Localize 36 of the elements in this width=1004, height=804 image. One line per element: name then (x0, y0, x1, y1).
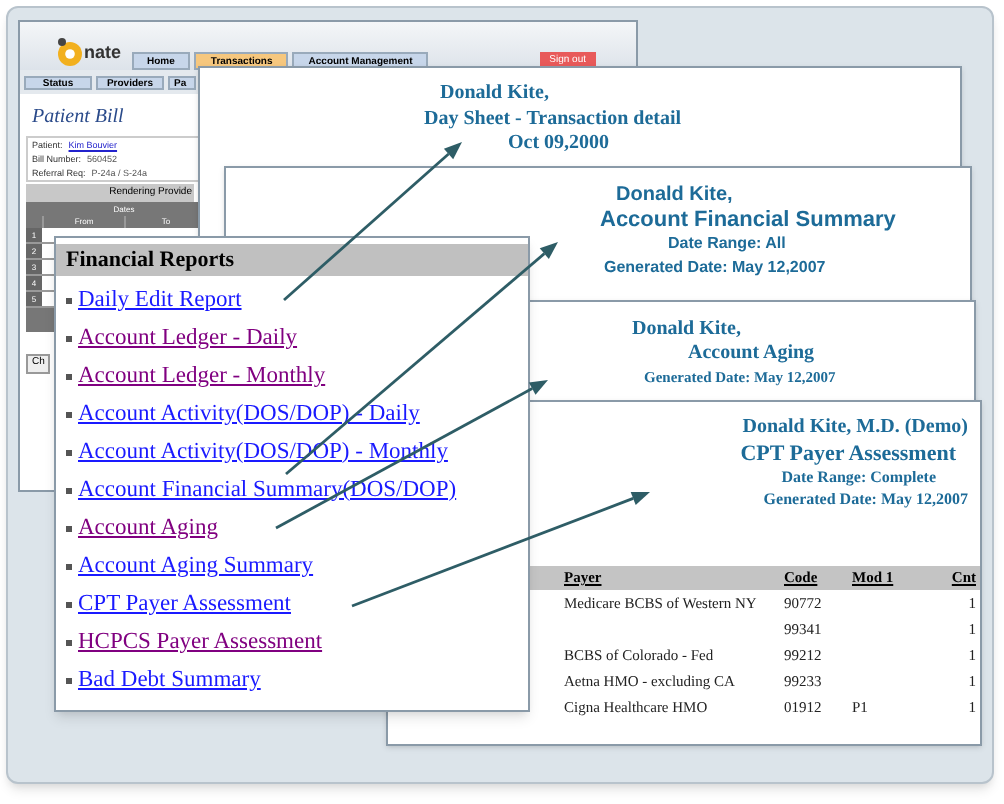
bullet-icon (66, 564, 72, 570)
bullet-icon (66, 336, 72, 342)
report-link[interactable]: HCPCS Payer Assessment (78, 625, 323, 661)
report-heading-line: Generated Date: May 12,2007 (763, 488, 968, 510)
report-heading-line: CPT Payer Assessment (740, 441, 956, 466)
report-heading-line: Oct 09,2000 (508, 132, 610, 157)
bullet-icon (66, 602, 72, 608)
bullet-icon (66, 298, 72, 304)
report-link[interactable]: Account Ledger - Monthly (78, 359, 326, 395)
report-link[interactable]: CPT Payer Assessment (78, 587, 291, 623)
report-link[interactable]: Account Ledger - Daily (78, 321, 298, 357)
report-heading-line: Generated Date: May 12,2007 (604, 256, 826, 280)
panel-title: Financial Reports (56, 244, 528, 276)
report-link[interactable]: Daily Edit Report (78, 283, 242, 319)
bullet-icon (66, 450, 72, 456)
report-heading-line: Account Aging (688, 342, 815, 366)
bullet-icon (66, 526, 72, 532)
bullet-icon (66, 640, 72, 646)
bullet-icon (66, 374, 72, 380)
logo-icon (56, 36, 84, 68)
report-heading-line: Donald Kite, (440, 82, 549, 107)
page-title: Patient Bill (32, 104, 124, 132)
report-heading-line: Donald Kite, (632, 318, 741, 342)
report-heading-line: Date Range: All (668, 232, 786, 256)
report-link[interactable]: Account Aging (78, 511, 218, 547)
report-link[interactable]: Bad Debt Summary (78, 663, 261, 699)
bullet-icon (66, 488, 72, 494)
report-heading-line: Donald Kite, M.D. (Demo) (742, 416, 968, 441)
logo-text: nate (84, 43, 122, 61)
report-heading-line: Day Sheet - Transaction detail (424, 107, 682, 132)
report-heading-line: Donald Kite, (616, 184, 733, 208)
report-heading-line: Date Range: Complete (781, 466, 936, 488)
bullet-icon (66, 412, 72, 418)
report-link[interactable]: Account Aging Summary (78, 549, 314, 585)
bullet-icon (66, 678, 72, 684)
report-heading-line: Account Financial Summary (600, 208, 896, 232)
